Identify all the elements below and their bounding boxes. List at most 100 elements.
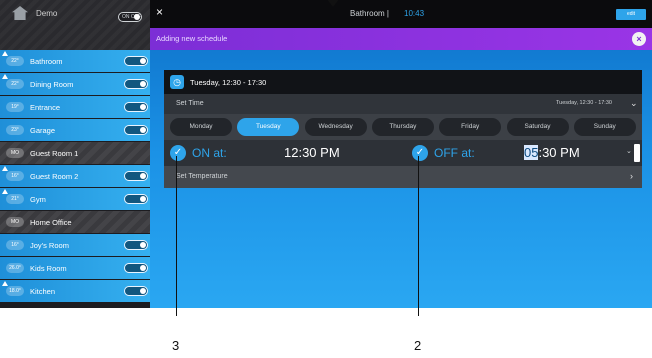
- on-check-icon[interactable]: ✓: [170, 145, 186, 161]
- toggle-knob: [140, 196, 146, 202]
- room-toggle[interactable]: [124, 286, 148, 296]
- chevron-down-icon[interactable]: ⌄: [630, 98, 638, 109]
- sidebar-room-entrance[interactable]: 19° Entrance: [0, 96, 150, 118]
- room-temp-badge: 16°: [6, 240, 24, 250]
- heating-icon: [2, 166, 8, 171]
- room-toggle[interactable]: [124, 79, 148, 89]
- off-label: OFF at:: [434, 146, 475, 160]
- schedule-header: ◷ Tuesday, 12:30 - 17:30: [164, 70, 642, 94]
- toggle-knob: [140, 58, 146, 64]
- room-temp-badge: 21°: [6, 194, 24, 204]
- current-time: 10:43: [404, 9, 425, 18]
- home-icon[interactable]: [12, 6, 28, 20]
- callout-line-3: [176, 156, 177, 316]
- room-name: Entrance: [30, 102, 61, 112]
- set-temperature-label: Set Temperature: [176, 173, 228, 180]
- room-name: Garage: [30, 125, 56, 135]
- on-label: ON at:: [192, 146, 227, 160]
- schedule-title: Tuesday, 12:30 - 17:30: [190, 78, 267, 87]
- sidebar-room-kitchen[interactable]: 18.0° Kitchen: [0, 280, 150, 302]
- sidebar-room-home-office[interactable]: MO Home Office: [0, 211, 150, 233]
- day-sunday[interactable]: Sunday: [573, 118, 636, 136]
- toggle-knob: [140, 265, 146, 271]
- demo-header: Demo ON OFF: [0, 0, 150, 50]
- on-off-row: ✓ ON at: 12:30 PM ✓ OFF at: 05:30 PM ⌄: [164, 140, 642, 166]
- sidebar-room-joy-s-room[interactable]: 16° Joy's Room: [0, 234, 150, 256]
- room-temp-badge: MO: [6, 148, 24, 158]
- room-sidebar: Demo ON OFF 22° Bathroom 22° Dining Room 19°…: [0, 0, 155, 308]
- room-temp-badge: 23°: [6, 125, 24, 135]
- room-name: Gym: [30, 194, 46, 204]
- toggle-knob: [140, 81, 146, 87]
- set-time-label: Set Time: [176, 100, 204, 107]
- room-name: Joy's Room: [30, 240, 69, 250]
- room-toggle[interactable]: [124, 194, 148, 204]
- edit-badge[interactable]: edit: [616, 9, 646, 20]
- heating-icon: [2, 51, 8, 56]
- toggle-knob: [140, 127, 146, 133]
- off-hour-selected[interactable]: 05: [524, 145, 539, 160]
- room-toggle[interactable]: [124, 171, 148, 181]
- day-saturday[interactable]: Saturday: [506, 118, 569, 136]
- room-temp-badge: MO: [6, 217, 24, 227]
- room-name: Bathroom: [30, 56, 63, 66]
- heating-icon: [2, 189, 8, 194]
- demo-toggle[interactable]: ON OFF: [118, 12, 142, 22]
- callout-line-2: [418, 156, 419, 316]
- pointer-arrow-icon: [326, 0, 340, 7]
- room-toggle[interactable]: [124, 263, 148, 273]
- toggle-knob: [140, 288, 146, 294]
- close-icon[interactable]: ×: [156, 5, 163, 19]
- day-tuesday[interactable]: Tuesday: [237, 118, 300, 136]
- room-toggle[interactable]: [124, 102, 148, 112]
- room-temp-badge: 18.0°: [6, 286, 24, 296]
- room-name: Guest Room 1: [30, 148, 79, 158]
- sidebar-room-guest-room-1[interactable]: MO Guest Room 1: [0, 142, 150, 164]
- sidebar-room-gym[interactable]: 21° Gym: [0, 188, 150, 210]
- set-time-row[interactable]: Set Time Tuesday, 12:30 - 17:30 ⌄: [164, 94, 642, 114]
- toggle-knob: [140, 104, 146, 110]
- room-name: Guest Room 2: [30, 171, 79, 181]
- sidebar-room-garage[interactable]: 23° Garage: [0, 119, 150, 141]
- top-bar: × Bathroom | 10:43 edit: [150, 0, 652, 28]
- spinner-arrow-icon[interactable]: ⌄: [626, 147, 632, 155]
- toggle-knob: [140, 173, 146, 179]
- notice-text: Adding new schedule: [156, 34, 228, 43]
- room-temp-badge: 16°: [6, 171, 24, 181]
- room-name: Kitchen: [30, 286, 56, 296]
- room-title: Bathroom |: [350, 9, 389, 18]
- sidebar-room-guest-room-2[interactable]: 16° Guest Room 2: [0, 165, 150, 187]
- day-friday[interactable]: Friday: [439, 118, 502, 136]
- room-temp-badge: 22°: [6, 56, 24, 66]
- room-name: Kids Room: [30, 263, 67, 273]
- room-toggle[interactable]: [124, 240, 148, 250]
- notice-close-icon[interactable]: ×: [632, 32, 646, 46]
- on-time-value[interactable]: 12:30 PM: [284, 145, 340, 160]
- day-thursday[interactable]: Thursday: [371, 118, 434, 136]
- clock-icon: ◷: [170, 75, 184, 89]
- set-time-value: Tuesday, 12:30 - 17:30: [556, 100, 612, 106]
- room-name: Dining Room: [30, 79, 74, 89]
- demo-label: Demo: [36, 9, 58, 18]
- off-time-value[interactable]: 05:30 PM: [524, 145, 580, 160]
- toggle-knob: [140, 242, 146, 248]
- day-monday[interactable]: Monday: [170, 118, 232, 136]
- room-temp-badge: 22°: [6, 79, 24, 89]
- notice-bar: Adding new schedule ×: [150, 28, 652, 50]
- heating-icon: [2, 281, 8, 286]
- callout-number-3: 3: [172, 338, 180, 353]
- day-wednesday[interactable]: Wednesday: [304, 118, 367, 136]
- set-temperature-row[interactable]: Set Temperature ›: [164, 166, 642, 188]
- room-temp-badge: 19°: [6, 102, 24, 112]
- room-toggle[interactable]: [124, 56, 148, 66]
- off-check-icon[interactable]: ✓: [412, 145, 428, 161]
- sidebar-room-kids-room[interactable]: 26.0° Kids Room: [0, 257, 150, 279]
- room-toggle[interactable]: [124, 125, 148, 135]
- heating-icon: [2, 74, 8, 79]
- sidebar-room-dining-room[interactable]: 22° Dining Room: [0, 73, 150, 95]
- callout-number-2: 2: [414, 338, 422, 353]
- sidebar-room-bathroom[interactable]: 22° Bathroom: [0, 50, 150, 72]
- chevron-right-icon[interactable]: ›: [630, 171, 633, 181]
- time-spinner[interactable]: [634, 144, 640, 162]
- room-name: Home Office: [30, 217, 72, 227]
